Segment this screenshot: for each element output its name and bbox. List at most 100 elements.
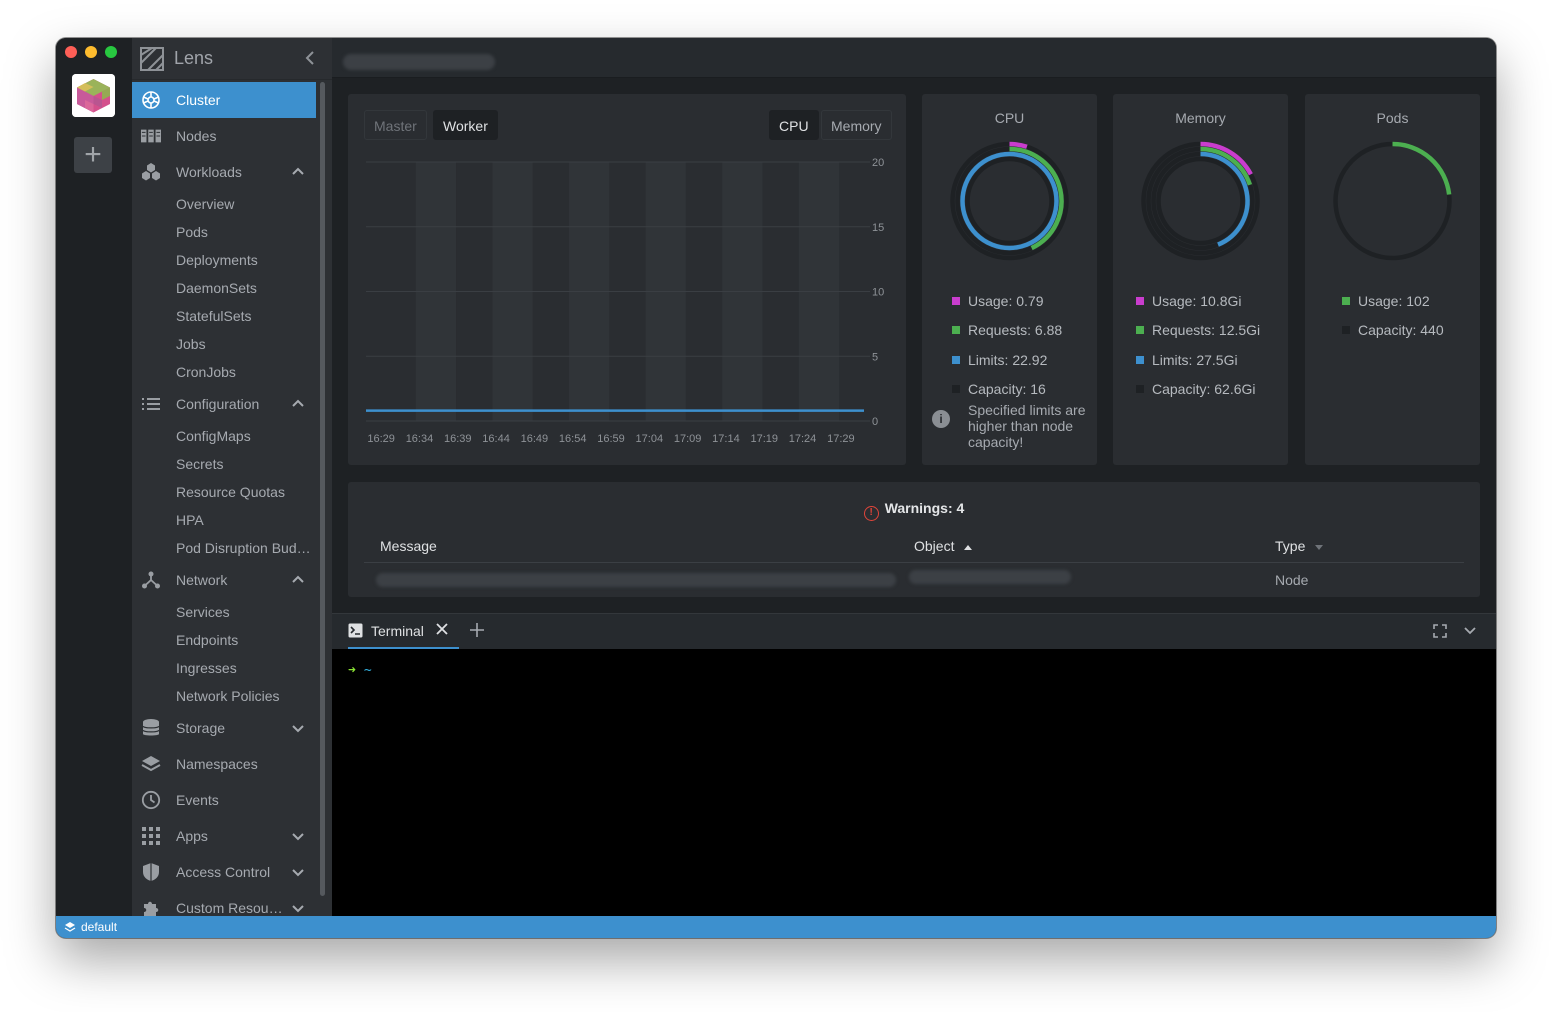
terminal-output[interactable]: ➜ ~ xyxy=(332,649,1496,916)
requests-swatch xyxy=(952,326,960,335)
sidebar-subitem-endpoints[interactable]: Endpoints xyxy=(132,626,316,654)
sidebar-subitem-resource-quotas[interactable]: Resource Quotas xyxy=(132,478,316,506)
legend-limits: Limits: 27.5Gi xyxy=(1136,345,1260,375)
close-tab-icon[interactable] xyxy=(436,622,448,640)
sidebar-item-label: Configuration xyxy=(176,396,260,412)
chevron-up-icon[interactable] xyxy=(290,572,306,588)
y-tick-label: 20 xyxy=(872,157,884,169)
sidebar-subitem-cronjobs[interactable]: CronJobs xyxy=(132,358,316,386)
memory-ring-chart xyxy=(1141,141,1260,261)
sidebar-item-apps[interactable]: Apps xyxy=(132,818,316,854)
add-cluster-button[interactable]: + xyxy=(74,137,112,173)
cpu-title: CPU xyxy=(994,110,1025,126)
shield-icon xyxy=(141,862,161,882)
sidebar-item-label: Custom Resources xyxy=(176,900,284,916)
sidebar-item-cluster[interactable]: Cluster xyxy=(132,82,316,118)
pods-title: Pods xyxy=(1376,110,1409,126)
minimize-window-button[interactable] xyxy=(85,46,97,58)
close-window-button[interactable] xyxy=(65,46,77,58)
sidebar-item-namespaces[interactable]: Namespaces xyxy=(132,746,316,782)
warnings-panel: ! Warnings: 4 Message Object Type Node xyxy=(348,482,1480,597)
sidebar: Lens Cluster Nodes Workloads Overview Po… xyxy=(132,38,332,916)
sidebar-item-events[interactable]: Events xyxy=(132,782,316,818)
sidebar-item-label: Storage xyxy=(176,720,226,736)
sidebar-subitem-ingresses[interactable]: Ingresses xyxy=(132,654,316,682)
pods-ring-chart xyxy=(1333,141,1452,261)
sidebar-subitem-pod-disruption-budgets[interactable]: Pod Disruption Budgets xyxy=(132,534,316,562)
sidebar-subitem-jobs[interactable]: Jobs xyxy=(132,330,316,358)
x-tick-label: 16:54 xyxy=(559,433,587,445)
new-tab-icon[interactable] xyxy=(470,620,484,643)
x-tick-label: 17:19 xyxy=(750,433,778,445)
sidebar-subitem-deployments[interactable]: Deployments xyxy=(132,246,316,274)
legend-capacity: Capacity: 16 xyxy=(952,375,1062,405)
usage-swatch xyxy=(1136,296,1144,305)
cluster-avatar[interactable] xyxy=(72,74,115,117)
metrics-chart-panel: Master Worker CPU Memory 0 5 10 15 20 16:29 16… xyxy=(348,94,906,465)
chevron-down-icon[interactable] xyxy=(290,900,306,916)
redacted-cluster-name xyxy=(343,54,495,70)
cpu-line-chart: 0 5 10 15 20 16:29 16:34 16:39 16:44 16:49 16:54 16… xyxy=(366,157,884,445)
shell-prompt: ➜ ~ xyxy=(348,663,372,678)
sidebar-subitem-overview[interactable]: Overview xyxy=(132,190,316,218)
fullscreen-icon[interactable] xyxy=(1433,624,1447,643)
layers-icon xyxy=(141,754,161,774)
sidebar-item-label: Nodes xyxy=(176,128,217,144)
storage-icon xyxy=(141,718,161,738)
chevron-up-icon[interactable] xyxy=(290,396,306,412)
chevron-down-icon[interactable] xyxy=(1463,624,1477,643)
sidebar-scrollbar[interactable] xyxy=(320,82,325,896)
x-tick-label: 16:59 xyxy=(597,433,625,445)
requests-swatch xyxy=(1136,326,1144,335)
pods-usage-arc xyxy=(1392,141,1452,195)
sidebar-subitem-hpa[interactable]: HPA xyxy=(132,506,316,534)
sidebar-item-configuration[interactable]: Configuration xyxy=(132,386,316,422)
legend-capacity: Capacity: 440 xyxy=(1342,316,1444,346)
namespace-label[interactable]: default xyxy=(81,920,117,934)
window-controls xyxy=(65,46,117,58)
capacity-swatch xyxy=(1342,326,1350,335)
sidebar-item-label: Access Control xyxy=(176,864,271,880)
sidebar-item-storage[interactable]: Storage xyxy=(132,710,316,746)
chevron-down-icon[interactable] xyxy=(290,720,306,736)
zoom-window-button[interactable] xyxy=(105,46,117,58)
sidebar-subitem-services[interactable]: Services xyxy=(132,598,316,626)
limits-warning-note: i Specified limits are higher than node … xyxy=(932,402,1092,450)
sidebar-subitem-network-policies[interactable]: Network Policies xyxy=(132,682,316,710)
column-header-type[interactable]: Type xyxy=(1275,538,1324,554)
terminal-tab-label: Terminal xyxy=(371,622,424,639)
nodes-icon xyxy=(141,126,161,146)
sidebar-subitem-daemonsets[interactable]: DaemonSets xyxy=(132,274,316,302)
sidebar-subitem-pods[interactable]: Pods xyxy=(132,218,316,246)
chevron-down-icon[interactable] xyxy=(290,864,306,880)
sidebar-item-custom-resources[interactable]: Custom Resources xyxy=(132,890,316,916)
column-header-message[interactable]: Message xyxy=(380,538,437,554)
main-area: Master Worker CPU Memory 0 5 10 15 20 16:29 16… xyxy=(332,38,1496,916)
alert-icon: ! xyxy=(863,506,879,521)
cpu-usage-arc xyxy=(1009,141,1028,149)
sidebar-item-label: Apps xyxy=(176,828,208,844)
clock-icon xyxy=(141,790,161,810)
sidebar-item-network[interactable]: Network xyxy=(132,562,316,598)
table-row[interactable]: Node xyxy=(364,563,1464,597)
sidebar-item-access-control[interactable]: Access Control xyxy=(132,854,316,890)
legend-usage: Usage: 10.8Gi xyxy=(1136,286,1260,316)
sidebar-collapse-icon[interactable] xyxy=(305,50,315,71)
usage-swatch xyxy=(1342,296,1350,305)
x-tick-label: 17:14 xyxy=(712,433,740,445)
sidebar-subitem-configmaps[interactable]: ConfigMaps xyxy=(132,422,316,450)
column-header-object[interactable]: Object xyxy=(914,538,973,554)
sidebar-item-nodes[interactable]: Nodes xyxy=(132,118,316,154)
app-title: Lens xyxy=(174,48,214,68)
sidebar-item-workloads[interactable]: Workloads xyxy=(132,154,316,190)
chevron-down-icon[interactable] xyxy=(290,828,306,844)
y-tick-label: 5 xyxy=(872,351,878,363)
lens-window: + Lens Cluster Nodes Workloads Overview … xyxy=(56,38,1496,938)
chevron-up-icon[interactable] xyxy=(290,164,306,180)
sidebar-subitem-statefulsets[interactable]: StatefulSets xyxy=(132,302,316,330)
prompt-directory: ~ xyxy=(363,663,372,678)
sidebar-subitem-secrets[interactable]: Secrets xyxy=(132,450,316,478)
x-tick-label: 16:44 xyxy=(482,433,510,445)
terminal-tab[interactable]: Terminal xyxy=(348,614,459,649)
pods-panel: Pods Usage: 102 Capacity: 440 xyxy=(1305,94,1480,465)
